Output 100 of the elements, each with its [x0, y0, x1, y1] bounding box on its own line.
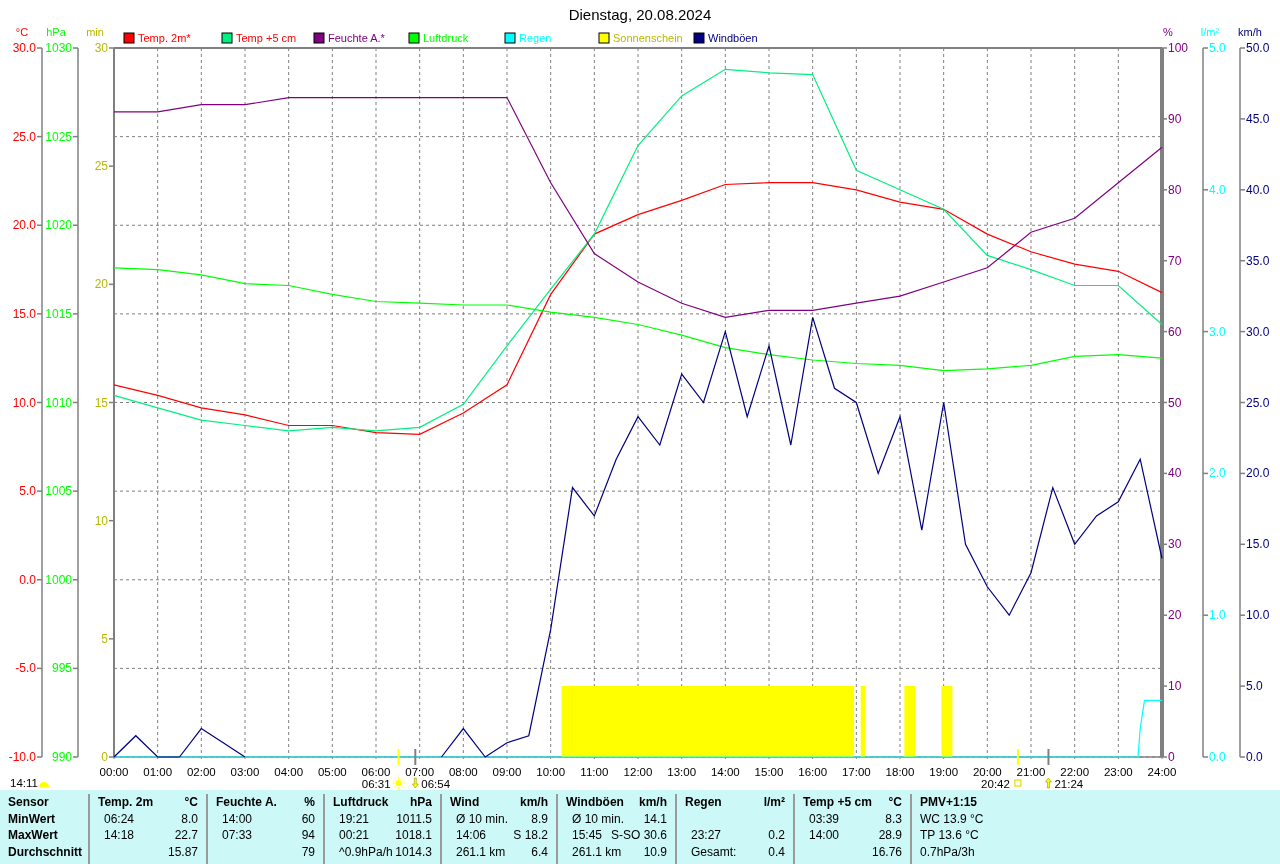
axis-tick-label: 20	[94, 277, 108, 292]
axis-tick-label: 5.0	[1209, 41, 1226, 55]
axis-tick-label: 20.0	[12, 218, 36, 233]
axis-tick-label: 40	[1168, 466, 1182, 481]
axis-unit-label: %	[1163, 26, 1173, 38]
axis-tick-label: 90	[1168, 111, 1182, 126]
table-cell: 6.4	[531, 844, 548, 859]
axis-tick-label: 06:00	[361, 766, 391, 778]
column-header: Luftdruck	[333, 795, 389, 810]
axis-tick-label: 07:00	[405, 766, 435, 778]
table-cell-text: 14:18	[103, 828, 135, 843]
axis-tick-label: 03:00	[230, 766, 260, 778]
table-cell-text: Ø 10 min.	[571, 811, 625, 826]
axis-tick-label: 24:00	[1147, 766, 1177, 778]
axis-tick-label: -5.0	[15, 661, 36, 676]
table-cell: 0.4	[768, 844, 785, 859]
axis-tick-label: 09:00	[492, 766, 522, 778]
axis-tick-label: 10.0	[1246, 608, 1270, 623]
table-cell-text: 23:27	[690, 828, 722, 843]
event-time: 06:54	[421, 778, 451, 790]
axis-tick-label: 100	[1168, 41, 1189, 55]
table-cell-text: Gesamt:	[690, 844, 737, 859]
axis-tick-label: 13:00	[667, 766, 697, 778]
column-unit: km/h	[520, 795, 548, 810]
axis-tick-label: 35.0	[1246, 253, 1270, 268]
event-time: 06:31	[361, 778, 391, 790]
axis-tick-label: 0.0	[1209, 750, 1226, 764]
axis-tick-label: 50.0	[1246, 41, 1270, 55]
axis-tick-label: 20.0	[1246, 466, 1270, 481]
legend-label: Sonnenschein	[613, 32, 683, 44]
axis-tick-label: 17:00	[841, 766, 871, 778]
table-cell: WC 13.9 °C	[920, 811, 984, 826]
table-cell-text: 06:24	[103, 811, 135, 826]
axis-tick-label: 1005	[45, 484, 72, 499]
column-header: Windböen	[566, 795, 624, 810]
axis-tick-label: 15	[94, 395, 108, 410]
axis-tick-label: 16:00	[798, 766, 828, 778]
legend-label: Luftdruck	[423, 32, 469, 44]
table-cell-text: Ø 10 min.	[455, 811, 509, 826]
table-cell: 10.9	[643, 844, 667, 859]
table-cell-text: 15:45	[571, 828, 603, 843]
axis-tick-label: 15.0	[12, 306, 36, 321]
column-header: Regen	[685, 795, 722, 810]
axis-tick-label: 05:00	[317, 766, 347, 778]
axis-tick-label: 0.0	[19, 572, 36, 587]
table-cell-text: ^0.9hPa/h	[338, 844, 393, 859]
axis-tick-label: 02:00	[186, 766, 216, 778]
table-cell-text: 07:33	[221, 828, 253, 843]
table-cell: 1014.3	[395, 844, 432, 859]
axis-unit-label: min	[86, 26, 104, 38]
axis-tick-label: 30.0	[1246, 324, 1270, 339]
table-cell: 94	[301, 828, 315, 843]
day-length: 14:11	[10, 777, 38, 789]
axis-tick-label: 1020	[45, 218, 72, 233]
table-cell: 8.0	[181, 811, 198, 826]
axis-tick-label: 1015	[45, 306, 72, 321]
table-cell: 0.7hPa/3h	[920, 844, 975, 859]
chart-title: Dienstag, 20.08.2024	[568, 6, 712, 23]
axis-tick-label: 10	[1168, 679, 1182, 694]
axis-tick-label: 25	[94, 159, 108, 174]
table-cell: 16.76	[871, 844, 902, 859]
axis-tick-label: 10.0	[12, 395, 36, 410]
table-cell: 79	[301, 844, 315, 859]
axis-tick-label: 1010	[45, 395, 72, 410]
axis-tick-label: 15.0	[1246, 537, 1270, 552]
table-cell: TP 13.6 °C	[920, 828, 979, 843]
square-icon	[1014, 779, 1022, 787]
axis-tick-label: 30.0	[12, 41, 36, 55]
column-header: Temp +5 cm	[803, 795, 872, 810]
column-unit: °C	[184, 795, 198, 810]
axis-tick-label: 01:00	[143, 766, 173, 778]
table-cell: 0.2	[768, 828, 785, 843]
table-cell: 15.87	[167, 844, 198, 859]
table-cell-text: 03:39	[808, 811, 840, 826]
axis-tick-label: 0	[1168, 750, 1175, 764]
legend-label: Windböen	[708, 32, 758, 44]
axis-tick-label: 22:00	[1060, 766, 1090, 778]
table-cell: S 18.2	[513, 828, 548, 843]
axis-tick-label: 10:00	[536, 766, 566, 778]
column-header: PMV+1:15	[920, 795, 978, 810]
axis-unit-label: hPa	[46, 26, 66, 38]
axis-tick-label: 0	[101, 750, 108, 764]
axis-tick-label: 5	[101, 631, 108, 646]
event-time: 21:24	[1054, 778, 1084, 790]
axis-tick-label: 50	[1168, 395, 1182, 410]
legend-label: Temp +5 cm	[236, 32, 297, 44]
axis-tick-label: 25.0	[1246, 395, 1270, 410]
table-cell: 1018.1	[395, 828, 432, 843]
table-cell: 8.9	[531, 811, 548, 826]
axis-tick-label: 1000	[45, 572, 72, 587]
axis-tick-label: 30	[94, 41, 108, 55]
column-unit: °C	[888, 795, 902, 810]
axis-tick-label: 04:00	[274, 766, 304, 778]
table-cell: S-SO 30.6	[610, 828, 667, 843]
axis-tick-label: -10.0	[8, 750, 36, 764]
table-cell: 22.7	[174, 828, 198, 843]
axis-tick-label: 12:00	[623, 766, 653, 778]
table-cell-text: 14:00	[808, 828, 840, 843]
column-header: Feuchte A.	[216, 795, 277, 810]
table-cell: MinWert	[8, 811, 56, 826]
